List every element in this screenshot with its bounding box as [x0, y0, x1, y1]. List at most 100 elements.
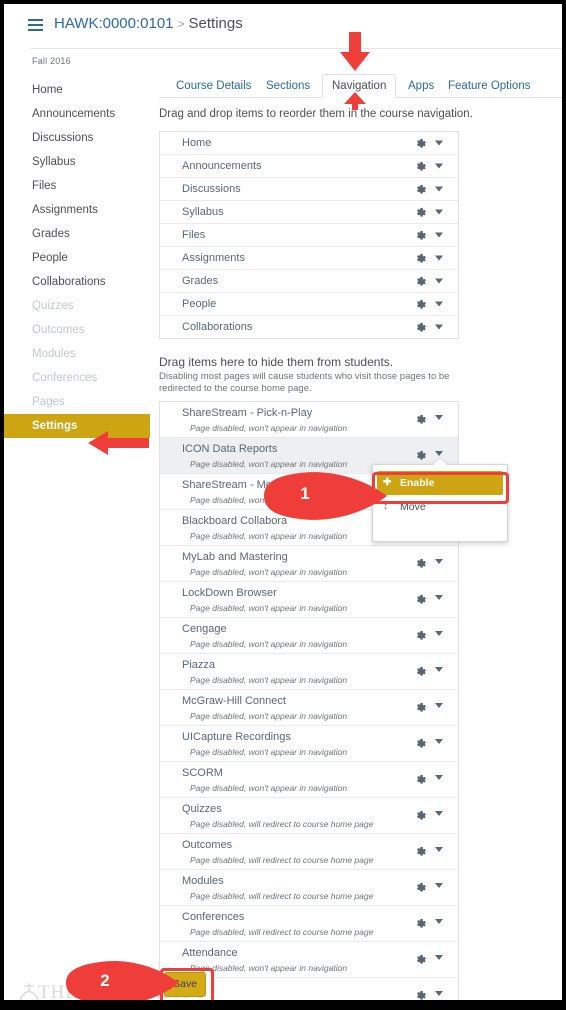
visible-nav-row[interactable]: Home — [160, 132, 458, 155]
chevron-down-icon[interactable] — [435, 919, 443, 924]
chevron-down-icon[interactable] — [435, 883, 443, 888]
tab-sections[interactable]: Sections — [257, 75, 319, 97]
chevron-down-icon[interactable] — [435, 811, 443, 816]
gear-icon[interactable] — [415, 275, 427, 287]
chevron-down-icon[interactable] — [435, 186, 443, 192]
chevron-down-icon[interactable] — [435, 209, 443, 215]
gear-icon[interactable] — [415, 160, 427, 172]
gear-icon[interactable] — [415, 917, 427, 929]
gear-icon[interactable] — [415, 629, 427, 641]
navigation-panel: Drag and drop items to reorder them in t… — [159, 108, 562, 1000]
sidebar-item-assignments[interactable]: Assignments — [4, 198, 154, 222]
chevron-down-icon[interactable] — [435, 324, 443, 330]
chevron-down-icon[interactable] — [435, 255, 443, 261]
chevron-down-icon[interactable] — [435, 559, 443, 564]
gear-icon[interactable] — [415, 298, 427, 310]
sidebar-item-outcomes[interactable]: Outcomes — [4, 318, 154, 342]
gear-icon[interactable] — [415, 229, 427, 241]
chevron-down-icon[interactable] — [435, 163, 443, 169]
sidebar-item-modules[interactable]: Modules — [4, 342, 154, 366]
gear-icon[interactable] — [415, 665, 427, 677]
gear-icon[interactable] — [415, 321, 427, 333]
hidden-nav-row[interactable]: Quizzes Page disabled, will redirect to c… — [160, 798, 458, 834]
sidebar-item-people[interactable]: People — [4, 246, 154, 270]
gear-icon[interactable] — [415, 413, 427, 425]
gear-icon[interactable] — [415, 881, 427, 893]
chevron-down-icon[interactable] — [435, 631, 443, 636]
gear-icon[interactable] — [415, 845, 427, 857]
sidebar-item-quizzes[interactable]: Quizzes — [4, 294, 154, 318]
chevron-down-icon[interactable] — [435, 703, 443, 708]
menu-item-enable[interactable]: ✚ Enable — [377, 471, 503, 495]
gear-icon[interactable] — [415, 989, 427, 1000]
chevron-down-icon[interactable] — [435, 847, 443, 852]
hidden-nav-row[interactable]: McGraw-Hill Connect Page disabled, won't … — [160, 690, 458, 726]
sidebar-item-files[interactable]: Files — [4, 174, 154, 198]
sidebar-item-collaborations[interactable]: Collaborations — [4, 270, 154, 294]
chevron-down-icon[interactable] — [435, 595, 443, 600]
chevron-down-icon[interactable] — [435, 667, 443, 672]
visible-nav-list[interactable]: Home Announcements Discussions Syllabus File… — [159, 131, 459, 339]
item-context-menu[interactable]: ✚ Enable ↕ Move — [372, 457, 508, 542]
gear-icon[interactable] — [415, 809, 427, 821]
menu-item-move[interactable]: ↕ Move — [373, 495, 507, 519]
gear-icon[interactable] — [415, 737, 427, 749]
hidden-nav-row[interactable]: MyLab and Mastering Page disabled, won't … — [160, 546, 458, 582]
chevron-down-icon[interactable] — [435, 278, 443, 284]
annotation-callout-2-number: 2 — [100, 971, 110, 990]
chevron-down-icon[interactable] — [435, 415, 443, 420]
visible-nav-row[interactable]: Announcements — [160, 155, 458, 178]
sidebar-item-conferences[interactable]: Conferences — [4, 366, 154, 390]
visible-nav-row[interactable]: Grades — [160, 270, 458, 293]
hidden-nav-row[interactable]: Outcomes Page disabled, will redirect to … — [160, 834, 458, 870]
gear-icon[interactable] — [415, 137, 427, 149]
hidden-nav-row[interactable]: Cengage Page disabled, won't appear in na… — [160, 618, 458, 654]
chevron-down-icon[interactable] — [435, 140, 443, 146]
tab-navigation[interactable]: Navigation — [322, 74, 397, 98]
sidebar-item-discussions[interactable]: Discussions — [4, 126, 154, 150]
gear-icon[interactable] — [415, 701, 427, 713]
chevron-down-icon[interactable] — [435, 991, 443, 996]
hide-note: Disabling most pages will cause students… — [159, 371, 450, 394]
visible-nav-row[interactable]: Files — [160, 224, 458, 247]
hidden-nav-row[interactable]: Piazza Page disabled, won't appear in nav… — [160, 654, 458, 690]
nav-row-label: Piazza — [182, 659, 216, 671]
tab-feature-options[interactable]: Feature Options — [439, 75, 539, 97]
chevron-down-icon[interactable] — [435, 955, 443, 960]
visible-nav-row[interactable]: Discussions — [160, 178, 458, 201]
hidden-nav-row[interactable]: UICapture Recordings Page disabled, won't… — [160, 726, 458, 762]
visible-nav-row[interactable]: Collaborations — [160, 316, 458, 338]
gear-icon[interactable] — [415, 773, 427, 785]
sidebar-item-settings[interactable]: Settings — [4, 414, 150, 438]
hamburger-icon[interactable] — [28, 19, 43, 31]
gear-icon[interactable] — [415, 593, 427, 605]
hidden-nav-row[interactable]: SCORM Page disabled, won't appear in navi… — [160, 762, 458, 798]
gear-icon[interactable] — [415, 449, 427, 461]
hidden-nav-row[interactable]: LockDown Browser Page disabled, won't app… — [160, 582, 458, 618]
sidebar-item-announcements[interactable]: Announcements — [4, 102, 154, 126]
hidden-nav-row[interactable]: Conferences Page disabled, will redirect … — [160, 906, 458, 942]
sidebar-item-syllabus[interactable]: Syllabus — [4, 150, 154, 174]
sidebar-item-home[interactable]: Home — [4, 78, 154, 102]
chevron-down-icon[interactable] — [435, 232, 443, 238]
hidden-nav-row[interactable]: ShareStream - Pick-n-Play Page disabled, … — [160, 402, 458, 438]
gear-icon[interactable] — [415, 557, 427, 569]
breadcrumb-course-link[interactable]: HAWK:0000:0101 — [54, 15, 174, 32]
gear-icon[interactable] — [415, 206, 427, 218]
sidebar-item-pages[interactable]: Pages — [4, 390, 154, 414]
sidebar-item-grades[interactable]: Grades — [4, 222, 154, 246]
gear-icon[interactable] — [415, 252, 427, 264]
chevron-down-icon[interactable] — [435, 775, 443, 780]
hidden-nav-row[interactable]: Modules Page disabled, will redirect to c… — [160, 870, 458, 906]
gear-icon[interactable] — [415, 183, 427, 195]
gear-icon[interactable] — [415, 953, 427, 965]
chevron-down-icon[interactable] — [435, 451, 443, 456]
chevron-down-icon[interactable] — [435, 301, 443, 307]
chevron-down-icon[interactable] — [435, 739, 443, 744]
visible-nav-row[interactable]: Syllabus — [160, 201, 458, 224]
tab-course-details[interactable]: Course Details — [167, 75, 260, 97]
nav-row-label: Discussions — [182, 183, 241, 195]
visible-nav-row[interactable]: Assignments — [160, 247, 458, 270]
visible-nav-row[interactable]: People — [160, 293, 458, 316]
tab-apps[interactable]: Apps — [399, 75, 443, 97]
